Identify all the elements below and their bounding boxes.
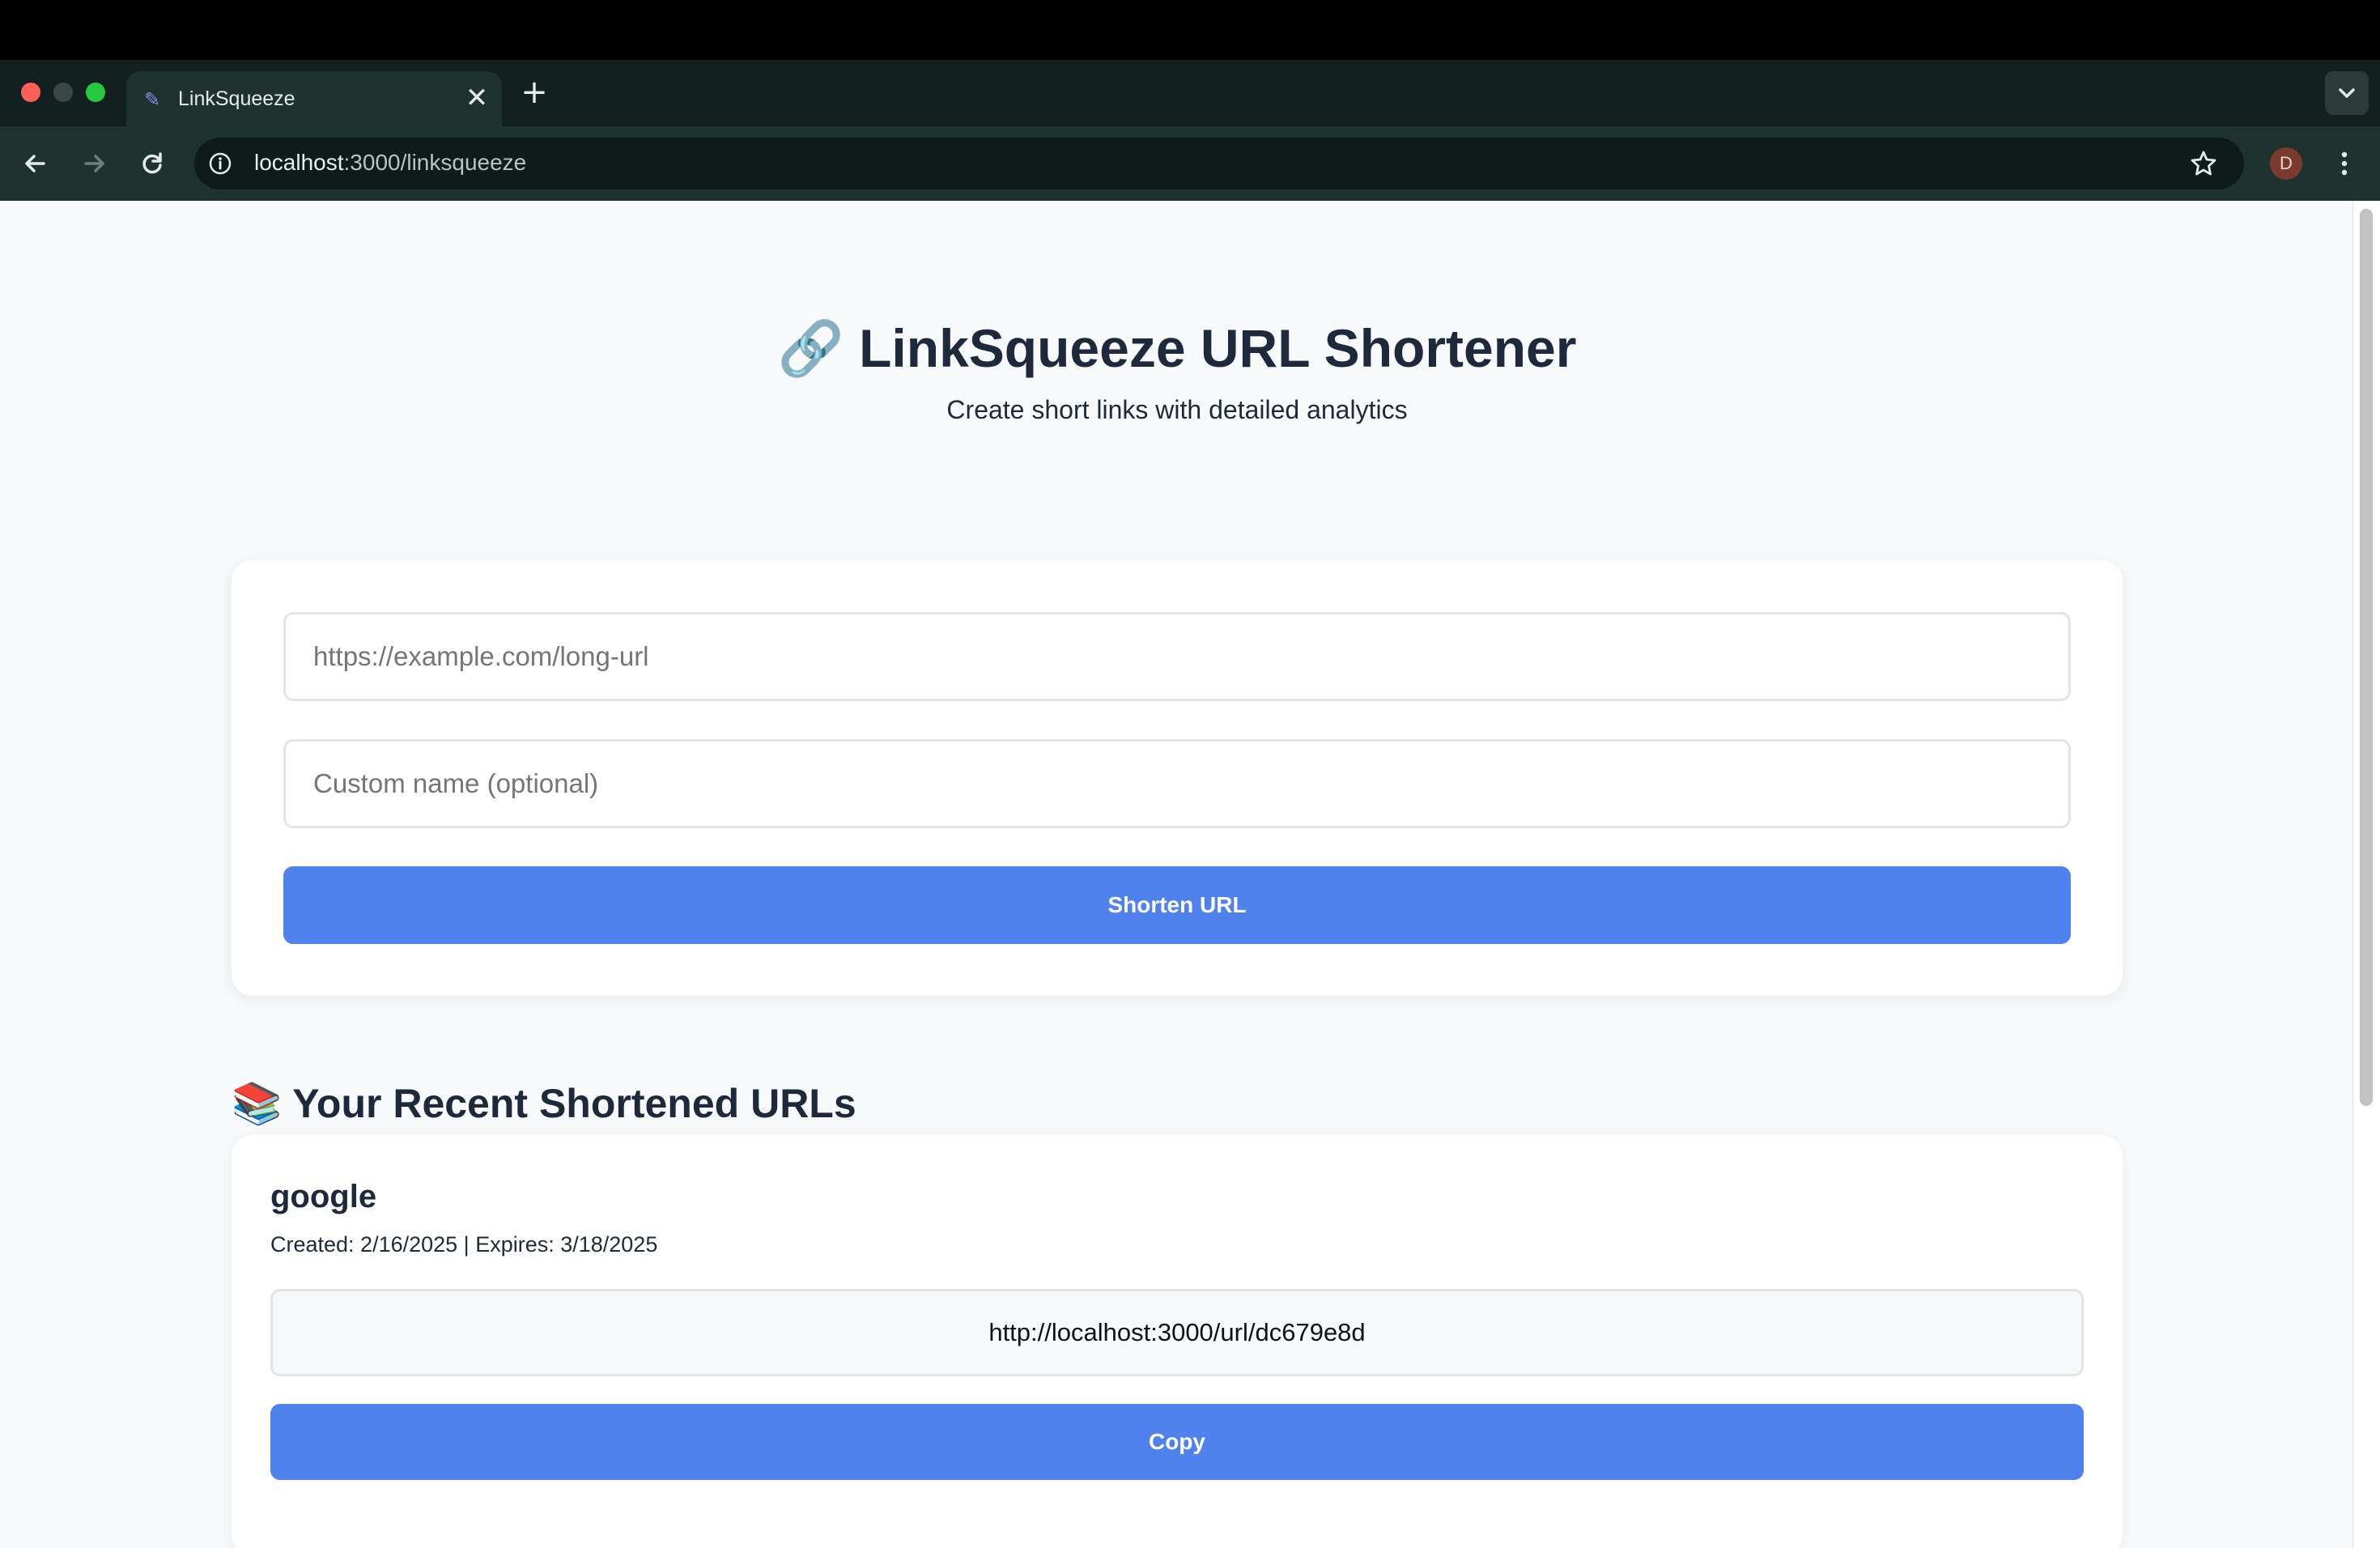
tab-title: LinkSqueeze — [178, 87, 295, 110]
browser-menu-button[interactable] — [2331, 147, 2357, 180]
reload-button[interactable] — [133, 144, 172, 183]
reload-icon — [142, 152, 162, 174]
star-icon — [2191, 151, 2216, 176]
scrollbar-thumb[interactable] — [2360, 209, 2373, 1106]
arrow-right-icon — [84, 155, 104, 172]
recent-url-dates: Created: 2/16/2025 | Expires: 3/18/2025 — [270, 1232, 658, 1257]
window-minimize-button[interactable] — [53, 83, 73, 102]
forward-button[interactable] — [74, 144, 113, 183]
recent-urls-heading-text: Your Recent Shortened URLs — [292, 1081, 856, 1126]
window-zoom-button[interactable] — [86, 83, 105, 102]
browser-tab-active[interactable]: ✎ LinkSqueeze ✕ — [126, 71, 502, 128]
arrow-left-icon — [25, 155, 45, 172]
recent-url-name: google — [270, 1179, 377, 1214]
back-button[interactable] — [16, 144, 55, 183]
long-url-input[interactable] — [283, 612, 2071, 701]
short-url-display[interactable]: http://localhost:3000/url/dc679e8d — [270, 1289, 2084, 1376]
shorten-url-button[interactable]: Shorten URL — [283, 866, 2071, 944]
page-title: 🔗 LinkSqueeze URL Shortener — [0, 317, 2354, 381]
tab-search-button[interactable] — [2325, 71, 2369, 115]
more-vertical-icon — [2341, 151, 2348, 176]
info-icon — [209, 152, 232, 175]
link-icon: 🔗 — [777, 317, 844, 380]
bookmark-button[interactable] — [2187, 147, 2220, 180]
page-subtitle: Create short links with detailed analyti… — [946, 395, 1408, 424]
recent-urls-heading: 📚 Your Recent Shortened URLs — [232, 1080, 856, 1128]
books-icon: 📚 — [232, 1080, 283, 1127]
copy-button[interactable]: Copy — [270, 1404, 2084, 1480]
custom-name-input[interactable] — [283, 739, 2071, 828]
url-host: localhost — [254, 150, 344, 175]
new-tab-button[interactable]: + — [518, 76, 550, 108]
site-info-icon[interactable] — [207, 151, 233, 176]
profile-avatar[interactable]: D — [2270, 147, 2302, 180]
window-close-button[interactable] — [21, 83, 40, 102]
chevron-down-icon — [2339, 88, 2355, 98]
feather-favicon-icon: ✎ — [144, 88, 161, 111]
page-title-text: LinkSqueeze URL Shortener — [859, 318, 1577, 378]
screen-top-bar — [0, 0, 2380, 60]
url-path: :3000/linksqueeze — [343, 150, 527, 175]
address-url[interactable]: localhost:3000/linksqueeze — [254, 150, 526, 176]
tab-close-icon[interactable]: ✕ — [461, 83, 492, 113]
